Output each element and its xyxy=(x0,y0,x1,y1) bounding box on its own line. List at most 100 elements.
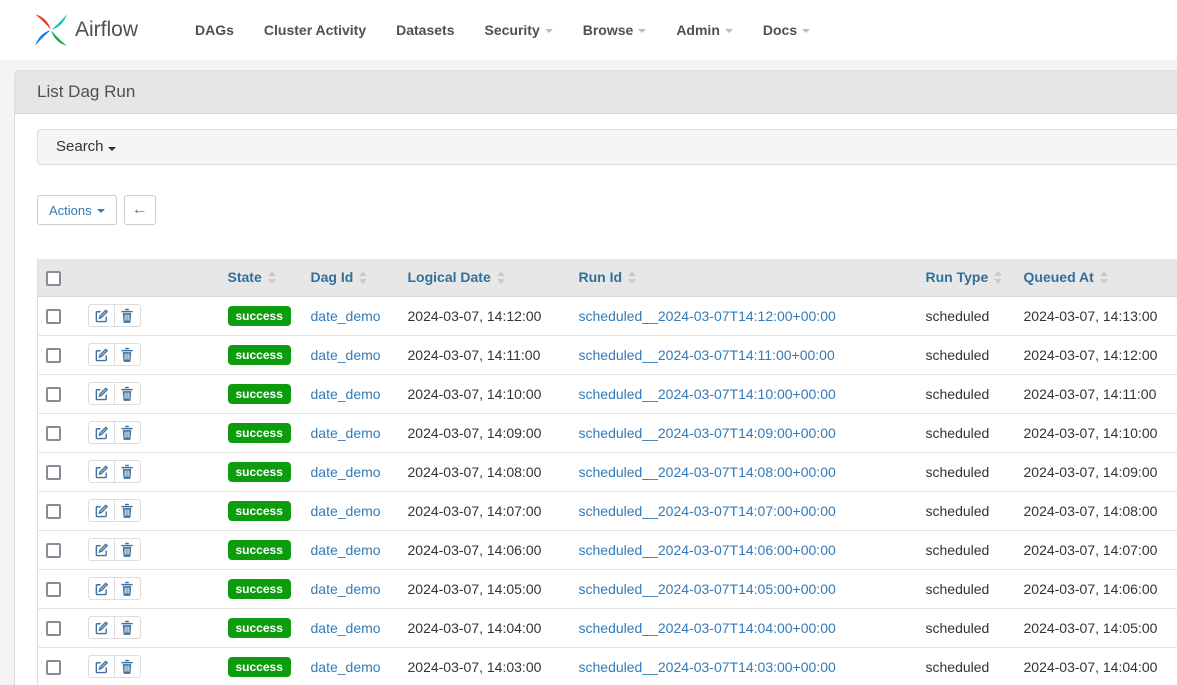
nav-item-cluster-activity[interactable]: Cluster Activity xyxy=(249,22,381,38)
dag-id-link[interactable]: date_demo xyxy=(311,386,381,402)
edit-button[interactable] xyxy=(88,616,115,639)
row-checkbox[interactable] xyxy=(46,582,61,597)
edit-button[interactable] xyxy=(88,382,115,405)
logical-date-cell: 2024-03-07, 14:12:00 xyxy=(398,296,569,335)
row-action-buttons xyxy=(88,382,141,405)
table-row: success date_demo 2024-03-07, 14:08:00 s… xyxy=(38,452,1177,491)
column-header-logical-date[interactable]: Logical Date xyxy=(408,269,505,285)
row-checkbox[interactable] xyxy=(46,426,61,441)
run-id-link[interactable]: scheduled__2024-03-07T14:03:00+00:00 xyxy=(579,659,836,675)
row-checkbox[interactable] xyxy=(46,660,61,675)
queued-at-cell: 2024-03-07, 14:09:00 xyxy=(1014,452,1177,491)
table-row: success date_demo 2024-03-07, 14:09:00 s… xyxy=(38,413,1177,452)
run-type-cell: scheduled xyxy=(916,530,1014,569)
delete-button[interactable] xyxy=(114,343,141,366)
delete-button[interactable] xyxy=(114,421,141,444)
run-id-link[interactable]: scheduled__2024-03-07T14:12:00+00:00 xyxy=(579,308,836,324)
delete-button[interactable] xyxy=(114,304,141,327)
row-checkbox[interactable] xyxy=(46,465,61,480)
queued-at-cell: 2024-03-07, 14:04:00 xyxy=(1014,647,1177,685)
edit-button[interactable] xyxy=(88,577,115,600)
status-badge: success xyxy=(228,618,291,638)
run-id-link[interactable]: scheduled__2024-03-07T14:05:00+00:00 xyxy=(579,581,836,597)
queued-at-cell: 2024-03-07, 14:05:00 xyxy=(1014,608,1177,647)
logical-date-cell: 2024-03-07, 14:04:00 xyxy=(398,608,569,647)
delete-button[interactable] xyxy=(114,655,141,678)
run-id-link[interactable]: scheduled__2024-03-07T14:06:00+00:00 xyxy=(579,542,836,558)
dag-id-link[interactable]: date_demo xyxy=(311,425,381,441)
column-header-run-id[interactable]: Run Id xyxy=(579,269,637,285)
brand-label: Airflow xyxy=(75,18,138,42)
column-header-state[interactable]: State xyxy=(228,269,276,285)
table-row: success date_demo 2024-03-07, 14:06:00 s… xyxy=(38,530,1177,569)
search-collapse-toggle[interactable]: Search xyxy=(37,129,1177,165)
column-header-dag-id[interactable]: Dag Id xyxy=(311,269,368,285)
edit-button[interactable] xyxy=(88,655,115,678)
nav-item-admin[interactable]: Admin xyxy=(661,22,748,38)
trash-icon xyxy=(120,620,134,635)
edit-button[interactable] xyxy=(88,499,115,522)
nav-item-datasets[interactable]: Datasets xyxy=(381,22,469,38)
run-id-link[interactable]: scheduled__2024-03-07T14:08:00+00:00 xyxy=(579,464,836,480)
delete-button[interactable] xyxy=(114,538,141,561)
row-checkbox[interactable] xyxy=(46,543,61,558)
edit-button[interactable] xyxy=(88,538,115,561)
select-all-checkbox[interactable] xyxy=(46,271,61,286)
logical-date-cell: 2024-03-07, 14:07:00 xyxy=(398,491,569,530)
chevron-down-icon xyxy=(638,29,646,33)
row-checkbox[interactable] xyxy=(46,309,61,324)
delete-button[interactable] xyxy=(114,577,141,600)
run-type-cell: scheduled xyxy=(916,374,1014,413)
edit-icon xyxy=(94,308,109,323)
row-checkbox[interactable] xyxy=(46,504,61,519)
column-header-queued-at[interactable]: Queued At xyxy=(1024,269,1108,285)
dag-id-link[interactable]: date_demo xyxy=(311,464,381,480)
dag-id-link[interactable]: date_demo xyxy=(311,347,381,363)
row-action-buttons xyxy=(88,304,141,327)
dag-id-link[interactable]: date_demo xyxy=(311,542,381,558)
toolbar: Actions ← xyxy=(37,195,1177,225)
edit-button[interactable] xyxy=(88,343,115,366)
dag-run-table: State Dag Id Logical Date Run Id Run Typ… xyxy=(37,259,1177,685)
nav-item-security[interactable]: Security xyxy=(469,22,567,38)
row-action-buttons xyxy=(88,538,141,561)
delete-button[interactable] xyxy=(114,460,141,483)
edit-button[interactable] xyxy=(88,304,115,327)
run-id-link[interactable]: scheduled__2024-03-07T14:10:00+00:00 xyxy=(579,386,836,402)
column-header-run-type[interactable]: Run Type xyxy=(926,269,1003,285)
row-action-buttons xyxy=(88,616,141,639)
delete-button[interactable] xyxy=(114,499,141,522)
row-action-buttons xyxy=(88,655,141,678)
run-id-link[interactable]: scheduled__2024-03-07T14:07:00+00:00 xyxy=(579,503,836,519)
delete-button[interactable] xyxy=(114,616,141,639)
edit-icon xyxy=(94,542,109,557)
edit-icon xyxy=(94,659,109,674)
dag-id-link[interactable]: date_demo xyxy=(311,503,381,519)
airflow-brand-link[interactable]: Airflow xyxy=(33,12,138,48)
trash-icon xyxy=(120,581,134,596)
delete-button[interactable] xyxy=(114,382,141,405)
actions-dropdown-button[interactable]: Actions xyxy=(37,195,117,225)
dag-id-link[interactable]: date_demo xyxy=(311,581,381,597)
back-button[interactable]: ← xyxy=(124,195,156,225)
trash-icon xyxy=(120,425,134,440)
table-row: success date_demo 2024-03-07, 14:03:00 s… xyxy=(38,647,1177,685)
nav-item-docs[interactable]: Docs xyxy=(748,22,825,38)
sort-icon xyxy=(1100,271,1108,284)
dag-id-link[interactable]: date_demo xyxy=(311,308,381,324)
dag-id-link[interactable]: date_demo xyxy=(311,620,381,636)
run-type-cell: scheduled xyxy=(916,569,1014,608)
run-id-link[interactable]: scheduled__2024-03-07T14:11:00+00:00 xyxy=(579,347,835,363)
run-id-link[interactable]: scheduled__2024-03-07T14:09:00+00:00 xyxy=(579,425,836,441)
dag-id-link[interactable]: date_demo xyxy=(311,659,381,675)
edit-button[interactable] xyxy=(88,460,115,483)
nav-item-dags[interactable]: DAGs xyxy=(180,22,249,38)
row-checkbox[interactable] xyxy=(46,387,61,402)
edit-button[interactable] xyxy=(88,421,115,444)
table-row: success date_demo 2024-03-07, 14:12:00 s… xyxy=(38,296,1177,335)
row-checkbox[interactable] xyxy=(46,621,61,636)
row-checkbox[interactable] xyxy=(46,348,61,363)
nav-item-browse[interactable]: Browse xyxy=(568,22,662,38)
run-id-link[interactable]: scheduled__2024-03-07T14:04:00+00:00 xyxy=(579,620,836,636)
table-row: success date_demo 2024-03-07, 14:05:00 s… xyxy=(38,569,1177,608)
